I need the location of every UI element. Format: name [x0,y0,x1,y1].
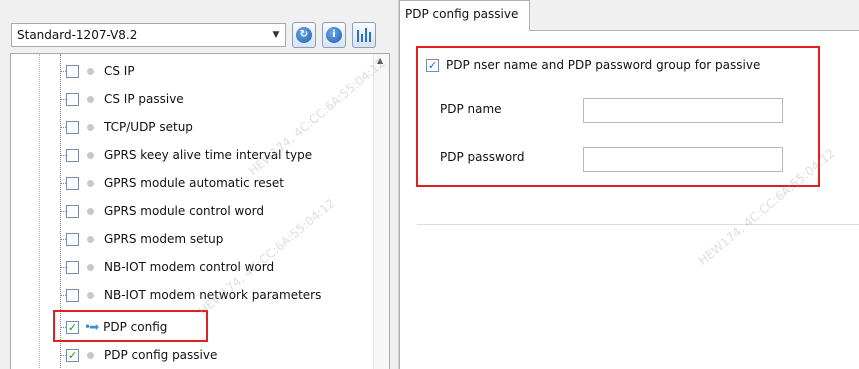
tree-item-label: GPRS module automatic reset [104,176,284,190]
status-dot-icon [87,207,94,215]
status-dot-icon [87,67,94,75]
tree-item-checkbox[interactable] [66,148,79,162]
info-button[interactable]: ⅰ [322,22,346,48]
tree-item-label: GPRS modem setup [104,232,224,246]
tab-pdp-config-passive[interactable]: PDP config passive [399,0,530,31]
group-divider [417,224,859,225]
status-dot-icon [87,179,94,187]
tree-item-nbiot-network[interactable]: NB-IOT modem network parameters [60,283,321,307]
tree-item-checkbox[interactable]: ✓ [66,348,79,362]
tree-item-checkbox[interactable] [66,176,79,190]
tree-item-checkbox[interactable] [66,260,79,274]
tree-item-checkbox[interactable] [66,64,79,78]
profile-select-value: Standard-1207-V8.2 [17,28,138,42]
tree-item-tcp-udp-setup[interactable]: TCP/UDP setup [60,115,193,139]
highlight-box-group [416,46,820,187]
tree-item-cs-ip[interactable]: CS IP [60,59,135,83]
settings-button[interactable] [352,22,376,48]
tree-item-label: CS IP [104,64,135,78]
tree-item-label: NB-IOT modem control word [104,260,275,274]
tree-item-label: CS IP passive [104,92,184,106]
chevron-down-icon: ▼ [272,30,280,40]
tree-item-checkbox[interactable] [66,120,79,134]
highlight-box-pdp-config [53,310,208,342]
refresh-button[interactable]: ↻ [292,22,316,48]
status-dot-icon [87,123,94,131]
tree-item-pdp-config-passive[interactable]: ✓ PDP config passive [60,343,217,367]
refresh-icon: ↻ [296,27,312,43]
tree-item-nbiot-control[interactable]: NB-IOT modem control word [60,255,274,279]
tree-item-gprs-module-control[interactable]: GPRS module control word [60,199,264,223]
tree-scrollbar[interactable]: ▲ [373,54,389,369]
status-dot-icon [87,263,94,271]
left-pane: Standard-1207-V8.2 ▼ ↻ ⅰ CS IP CS IP pas… [0,0,390,369]
tree-item-label: GPRS keey alive time interval type [104,148,313,162]
tree-item-gprs-module-reset[interactable]: GPRS module automatic reset [60,171,284,195]
tree-item-label: TCP/UDP setup [104,120,193,134]
tree-item-checkbox[interactable] [66,204,79,218]
status-dot-icon [87,351,94,359]
status-dot-icon [87,95,94,103]
tree-item-label: NB-IOT modem network parameters [104,288,322,302]
tree-item-checkbox[interactable] [66,288,79,302]
status-dot-icon [87,151,94,159]
tree-item-label: GPRS module control word [104,204,264,218]
tree-item-checkbox[interactable] [66,232,79,246]
tree-item-label: PDP config passive [104,348,218,362]
profile-select[interactable]: Standard-1207-V8.2 ▼ [11,23,286,47]
tree-item-cs-ip-passive[interactable]: CS IP passive [60,87,184,111]
tree-item-gprs-modem-setup[interactable]: GPRS modem setup [60,227,223,251]
tree-item-checkbox[interactable] [66,92,79,106]
info-icon: ⅰ [326,27,342,43]
sliders-icon [357,28,371,42]
scroll-up-icon[interactable]: ▲ [377,56,383,65]
status-dot-icon [87,235,94,243]
status-dot-icon [87,291,94,299]
tree-item-gprs-keep-alive[interactable]: GPRS keey alive time interval type [60,143,312,167]
